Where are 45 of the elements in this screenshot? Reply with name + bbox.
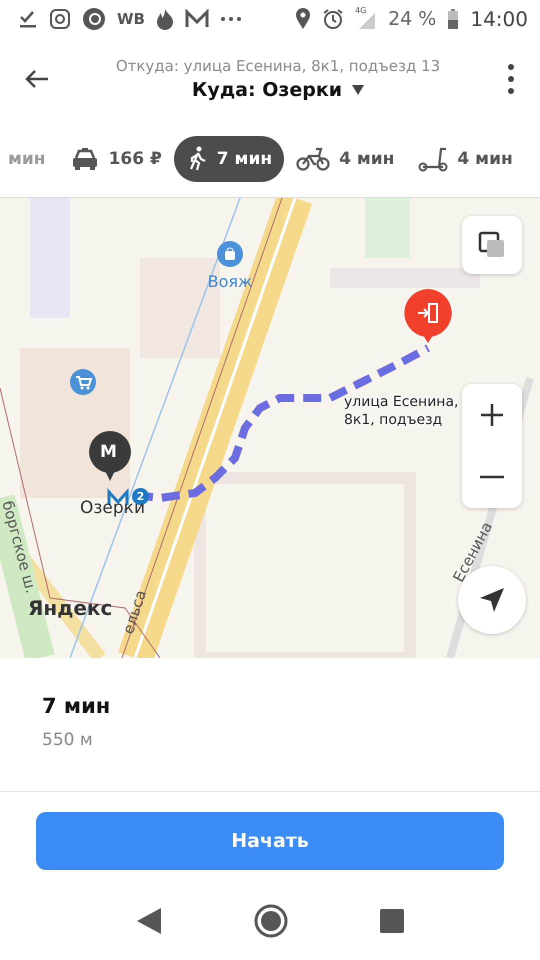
status-text: WB bbox=[117, 10, 145, 28]
clock-time: 14:00 bbox=[470, 7, 528, 31]
map-logo: Яндекс bbox=[28, 596, 112, 620]
navigation-arrow-icon bbox=[479, 587, 505, 613]
route-distance: 550 м bbox=[42, 730, 94, 750]
minus-icon bbox=[480, 475, 504, 479]
shopping-bag-icon bbox=[217, 241, 243, 267]
layers-icon bbox=[478, 231, 506, 259]
more-dots-icon bbox=[220, 16, 242, 22]
more-vertical-icon bbox=[508, 64, 514, 94]
square-icon bbox=[380, 909, 404, 933]
battery-percent: 24 % bbox=[388, 8, 436, 30]
home-circle-icon bbox=[254, 904, 288, 938]
home-nav-button[interactable] bbox=[254, 904, 288, 938]
m-logo-icon bbox=[184, 9, 209, 29]
street-label: ельса bbox=[119, 588, 150, 636]
metro-pin-icon bbox=[88, 430, 132, 482]
back-nav-button[interactable] bbox=[136, 907, 162, 935]
transport-mode-tab[interactable]: 4 мин bbox=[284, 136, 406, 182]
origin-address: Откуда: улица Есенина, 8к1, подъезд 13 bbox=[116, 57, 440, 75]
flame-icon bbox=[156, 8, 174, 30]
metro-pin-label: M bbox=[100, 442, 117, 462]
dropdown-caret-icon bbox=[352, 85, 364, 95]
circle-logo-icon bbox=[82, 7, 106, 31]
transport-mode-tab[interactable]: 4 мин bbox=[406, 136, 525, 182]
triangle-back-icon bbox=[136, 907, 162, 935]
battery-icon bbox=[447, 8, 460, 30]
place-label: Вояж bbox=[208, 272, 252, 291]
transport-mode-tab[interactable]: 7 мин bbox=[174, 136, 284, 182]
back-arrow-icon bbox=[24, 68, 50, 90]
address-label: улица Есенина, 8к1, подъезд bbox=[344, 393, 460, 430]
layers-button[interactable] bbox=[462, 216, 522, 274]
alarm-icon bbox=[322, 8, 344, 30]
location-icon bbox=[295, 8, 312, 30]
bicycle-icon bbox=[296, 146, 330, 172]
network-type: 4G bbox=[355, 6, 366, 15]
plus-icon bbox=[480, 403, 504, 427]
route-duration: 7 мин bbox=[42, 694, 112, 718]
camera-icon bbox=[49, 8, 71, 30]
cart-icon bbox=[70, 369, 96, 395]
download-done-icon bbox=[18, 9, 38, 29]
scooter-icon bbox=[418, 146, 448, 172]
street-label: боргское ш. bbox=[0, 498, 40, 596]
transport-mode-tab[interactable]: 166 ₽ bbox=[58, 136, 174, 182]
destination-title[interactable]: Куда: Озерки bbox=[192, 79, 342, 101]
